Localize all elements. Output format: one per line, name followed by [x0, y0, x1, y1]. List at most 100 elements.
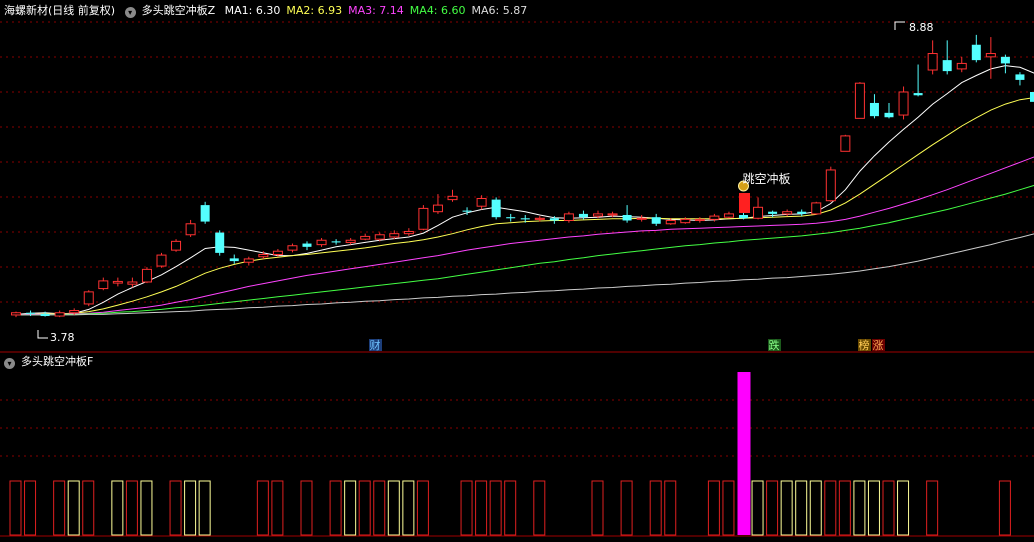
- candle-body-down: [40, 313, 50, 317]
- signal-bar-red: [358, 480, 371, 536]
- signal-bar-yellow: [809, 480, 822, 536]
- ma-value-1: MA1: 6.30: [224, 4, 281, 17]
- candle-body-up: [636, 217, 647, 220]
- signal-bar-red: [722, 480, 735, 536]
- signal-bar-red: [838, 480, 851, 536]
- candle-body-up: [665, 219, 676, 225]
- candle-body-up: [753, 206, 764, 219]
- signal-bar-magenta: [737, 372, 751, 535]
- signal-bar-red: [271, 480, 284, 536]
- signal-bar-yellow: [853, 480, 866, 536]
- candle-body-down: [26, 312, 36, 314]
- candle-body-up: [243, 258, 254, 263]
- signal-bar-yellow: [198, 480, 211, 536]
- candle-body-up: [156, 254, 167, 267]
- high-label: 8.88: [909, 21, 934, 34]
- signal-bar-red: [620, 480, 633, 536]
- candle-body-up: [171, 240, 182, 251]
- candle-body-up: [694, 218, 705, 221]
- candle-body-up: [389, 233, 400, 238]
- dropdown-icon[interactable]: ▾: [4, 358, 15, 369]
- signal-bar-red: [82, 480, 95, 536]
- candle-body-up: [83, 291, 94, 305]
- signal-bar-red: [824, 480, 837, 536]
- signal-bar-yellow: [111, 480, 124, 536]
- candle-body-up: [476, 198, 487, 207]
- signal-bar-yellow: [867, 480, 880, 536]
- signal-bar-red: [707, 480, 720, 536]
- signal-bar-red: [475, 480, 488, 536]
- candle-body-down: [506, 217, 516, 219]
- candle-body-down: [797, 211, 807, 214]
- candle-body-down: [302, 243, 312, 247]
- candle-body-up: [141, 268, 152, 283]
- candle-body-up: [607, 213, 618, 216]
- high-marker: [894, 21, 905, 30]
- ma-value-4: MA4: 6.60: [409, 4, 466, 17]
- low-marker: [37, 330, 48, 339]
- signal-bar-yellow: [751, 480, 764, 536]
- candle-body-up: [447, 195, 458, 201]
- dropdown-icon[interactable]: ▾: [124, 7, 136, 18]
- candle-body-up: [854, 82, 865, 119]
- candle-body-down: [491, 199, 501, 218]
- candle-body-up: [127, 281, 138, 285]
- signal-bar-yellow: [67, 480, 80, 536]
- candle-body-up: [287, 245, 298, 251]
- candle-body-up: [432, 204, 443, 213]
- candle-body-up: [11, 312, 21, 316]
- signal-bar-red: [9, 480, 22, 536]
- candle-body-down: [578, 213, 588, 218]
- event-label-2: 跌: [769, 338, 780, 352]
- ma-value-3: MA3: 7.14: [348, 4, 404, 17]
- sub-indicator-name[interactable]: 多头跳空冲板F: [21, 355, 93, 368]
- candle-body-up: [374, 234, 385, 240]
- candle-body-up: [360, 235, 371, 240]
- signal-bar-red: [53, 480, 66, 536]
- signal-bar-red: [169, 480, 182, 536]
- candle-body-down: [520, 218, 530, 220]
- stock-chart: 跳空冲板 8.88 3.78 财 跌 榜涨 海螺新材(日线 前复权) ▾ 多头跳空冲板Z M…: [0, 0, 1034, 542]
- stock-name: 海螺新材: [4, 4, 48, 17]
- indicator-name[interactable]: 多头跳空冲板Z: [142, 4, 216, 17]
- candle-body-down: [884, 112, 894, 118]
- candle-body-up: [185, 223, 196, 236]
- ma-value-5: MA6: 5.87: [471, 4, 528, 17]
- candle-body-down: [1000, 56, 1010, 64]
- candle-body-up: [782, 211, 793, 215]
- signal-bar-red: [664, 480, 677, 536]
- candle-body-up: [112, 280, 123, 284]
- candle-body-up: [680, 218, 691, 224]
- signal-bar-yellow: [184, 480, 197, 536]
- signal-bar-yellow: [402, 480, 415, 536]
- candle-body-up: [403, 230, 414, 235]
- candle-body-up: [418, 207, 429, 230]
- candle-body-up: [898, 91, 909, 116]
- signal-label: 跳空冲板: [743, 171, 791, 186]
- signal-bar-red: [416, 480, 429, 536]
- signal-candle: [739, 192, 750, 213]
- candle-body-down: [971, 44, 981, 61]
- candle-body-up: [811, 202, 822, 215]
- event-label-4: 涨: [873, 339, 884, 352]
- candle-body-up: [985, 53, 996, 58]
- signal-bar-red: [504, 480, 517, 536]
- signal-bar-red: [533, 480, 546, 536]
- ma-line-ma2: [15, 97, 1034, 316]
- signal-bar-red: [998, 480, 1011, 536]
- candle-body-up: [272, 250, 283, 256]
- candle-body-down: [1015, 74, 1025, 80]
- ma-line-ma1: [15, 65, 1034, 315]
- candle-body-down: [913, 93, 923, 96]
- signal-bar-red: [649, 480, 662, 536]
- candle-body-up: [593, 213, 603, 217]
- signal-bar-yellow: [387, 480, 400, 536]
- ma-values: MA1: 6.30 MA2: 6.93 MA3: 7.14 MA4: 6.60 MA6:…: [225, 4, 534, 17]
- signal-bar-red: [489, 480, 502, 536]
- signal-bar-red: [373, 480, 386, 536]
- signal-bar-yellow: [780, 480, 793, 536]
- signal-bar-yellow: [897, 480, 910, 536]
- candle-body-up: [825, 169, 836, 202]
- candle-body-down: [229, 258, 239, 262]
- candle-body-up: [840, 135, 851, 152]
